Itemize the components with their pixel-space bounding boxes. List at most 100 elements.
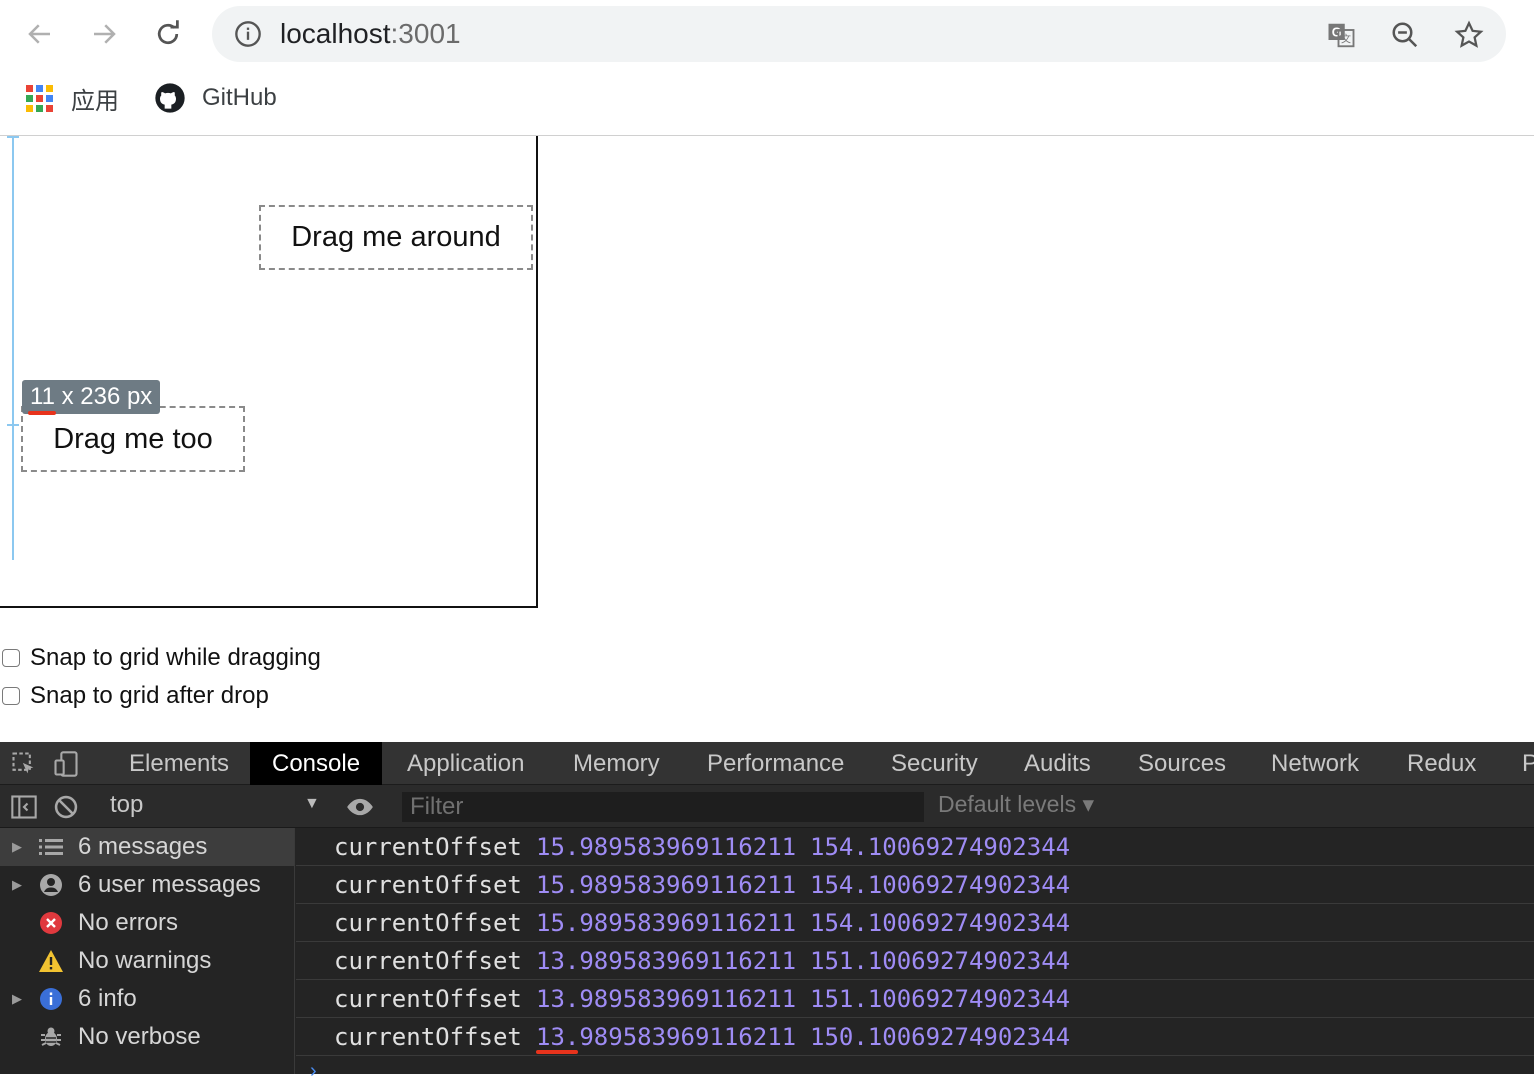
- snap-after-drop-option[interactable]: Snap to grid after drop: [2, 682, 269, 710]
- element-size-tooltip: 11 x 236 px: [22, 380, 161, 414]
- sidebar-label: 6 messages: [78, 833, 208, 860]
- log-levels-dropdown[interactable]: Default levels ▾: [938, 791, 1094, 818]
- ruler-guide: [12, 136, 14, 560]
- url-text: localhost:3001: [280, 18, 461, 50]
- info-icon: [38, 986, 64, 1012]
- log-label: currentOffset: [334, 1023, 522, 1051]
- sidebar-item-info[interactable]: ▶ 6 info: [0, 980, 294, 1018]
- bookmark-apps[interactable]: 应用: [26, 80, 119, 116]
- console-prompt-icon[interactable]: ›: [310, 1060, 317, 1083]
- reload-button[interactable]: [148, 14, 188, 54]
- log-label: currentOffset: [334, 909, 522, 937]
- tab-security[interactable]: Security: [869, 742, 1000, 785]
- expand-triangle-icon[interactable]: ▶: [12, 877, 22, 893]
- bug-icon: [38, 1024, 64, 1050]
- bookmarks-bar: 应用 GitHub: [0, 72, 1534, 122]
- annotation-underline: [536, 1050, 578, 1054]
- svg-text:文: 文: [1341, 33, 1351, 46]
- drag-box-around[interactable]: Drag me around: [259, 205, 533, 270]
- tab-network[interactable]: Network: [1249, 742, 1381, 785]
- sidebar-item-errors[interactable]: No errors: [0, 904, 294, 942]
- url-host: localhost: [280, 18, 391, 49]
- console-log-row[interactable]: currentOffset 15.989583969116211 154.100…: [296, 866, 1534, 904]
- arrow-left-icon: [28, 24, 50, 44]
- tab-application[interactable]: Application: [385, 742, 546, 785]
- sidebar-label: No verbose: [78, 1023, 201, 1050]
- devtools-panel: Elements Console Application Memory Perf…: [0, 742, 1534, 1082]
- context-selector[interactable]: top: [110, 791, 143, 819]
- tab-audits[interactable]: Audits: [1002, 742, 1113, 785]
- apps-grid-icon: [26, 84, 53, 112]
- filter-input[interactable]: Filter: [402, 792, 924, 822]
- info-icon[interactable]: [234, 20, 262, 48]
- bookmark-github[interactable]: GitHub: [154, 80, 277, 116]
- console-log-row[interactable]: currentOffset 13.989583969116211 151.100…: [296, 942, 1534, 980]
- console-output: currentOffset 15.989583969116211 154.100…: [296, 828, 1534, 1074]
- star-icon[interactable]: [1454, 20, 1484, 50]
- log-value-x: 15.989583969116211: [536, 909, 797, 937]
- arrow-right-icon: [94, 24, 116, 44]
- log-value-y: 154.10069274902344: [810, 833, 1071, 861]
- list-icon: [38, 834, 64, 860]
- device-toolbar-icon[interactable]: [52, 750, 80, 778]
- tab-elements[interactable]: Elements: [107, 742, 251, 785]
- user-icon: [38, 872, 64, 898]
- log-value-y: 154.10069274902344: [810, 871, 1071, 899]
- sidebar-label: 6 user messages: [78, 871, 261, 898]
- error-icon: [38, 910, 64, 936]
- expand-triangle-icon[interactable]: ▶: [12, 839, 22, 855]
- url-port: :3001: [390, 18, 461, 49]
- ruler-guide-tick: [7, 424, 19, 426]
- log-value-y: 154.10069274902344: [810, 909, 1071, 937]
- bookmark-label: 应用: [71, 87, 119, 115]
- checkbox[interactable]: [2, 649, 20, 667]
- tab-overflow[interactable]: P: [1500, 742, 1534, 785]
- ruler-guide-tick: [7, 136, 19, 138]
- checkbox-label: Snap to grid after drop: [30, 682, 269, 709]
- sidebar-label: 6 info: [78, 985, 137, 1012]
- log-value-y: 150.10069274902344: [810, 1023, 1071, 1051]
- sidebar-toggle-icon[interactable]: [10, 793, 38, 821]
- log-value-x: 15.989583969116211: [536, 871, 797, 899]
- translate-icon[interactable]: G文: [1326, 20, 1356, 50]
- tab-console[interactable]: Console: [250, 742, 383, 785]
- sidebar-item-verbose[interactable]: No verbose: [0, 1018, 294, 1056]
- back-button[interactable]: [20, 14, 60, 54]
- tab-redux[interactable]: Redux: [1385, 742, 1498, 785]
- snap-while-dragging-option[interactable]: Snap to grid while dragging: [2, 644, 321, 672]
- checkbox-label: Snap to grid while dragging: [30, 644, 321, 671]
- forward-button[interactable]: [84, 14, 124, 54]
- console-log-row[interactable]: currentOffset 13.989583969116211 151.100…: [296, 980, 1534, 1018]
- inspect-icon[interactable]: [10, 750, 38, 778]
- sidebar-item-warnings[interactable]: No warnings: [0, 942, 294, 980]
- reload-icon: [157, 20, 179, 45]
- log-value-y: 151.10069274902344: [810, 947, 1071, 975]
- checkbox[interactable]: [2, 687, 20, 705]
- log-value-x: 13.989583969116211: [536, 947, 797, 975]
- bookmark-label: GitHub: [202, 84, 277, 111]
- log-value-x: 15.989583969116211: [536, 833, 797, 861]
- log-label: currentOffset: [334, 947, 522, 975]
- address-bar[interactable]: localhost:3001 G文: [212, 6, 1506, 62]
- log-value-x: 13.989583969116211: [536, 985, 797, 1013]
- console-sidebar: ▶ 6 messages ▶ 6 user messages No errors…: [0, 828, 295, 1074]
- expand-triangle-icon[interactable]: ▶: [12, 991, 22, 1007]
- tab-sources[interactable]: Sources: [1116, 742, 1248, 785]
- tab-memory[interactable]: Memory: [551, 742, 682, 785]
- zoom-out-icon[interactable]: [1390, 20, 1420, 50]
- warning-icon: [38, 948, 64, 974]
- annotation-underline: [28, 411, 56, 415]
- eye-icon[interactable]: [346, 793, 374, 821]
- sidebar-label: No errors: [78, 909, 179, 936]
- sidebar-item-user-messages[interactable]: ▶ 6 user messages: [0, 866, 294, 904]
- dropdown-arrow-icon[interactable]: ▼: [304, 795, 320, 813]
- clear-console-icon[interactable]: [52, 793, 80, 821]
- console-log-row[interactable]: currentOffset 15.989583969116211 154.100…: [296, 828, 1534, 866]
- drag-box-too[interactable]: Drag me too: [21, 406, 245, 472]
- sidebar-label: No warnings: [78, 947, 212, 974]
- console-toolbar: top ▼ Filter Default levels ▾: [0, 785, 1534, 828]
- sidebar-item-messages[interactable]: ▶ 6 messages: [0, 828, 294, 866]
- console-log-row[interactable]: currentOffset 13.989583969116211 150.100…: [296, 1018, 1534, 1056]
- console-log-row[interactable]: currentOffset 15.989583969116211 154.100…: [296, 904, 1534, 942]
- tab-performance[interactable]: Performance: [685, 742, 866, 785]
